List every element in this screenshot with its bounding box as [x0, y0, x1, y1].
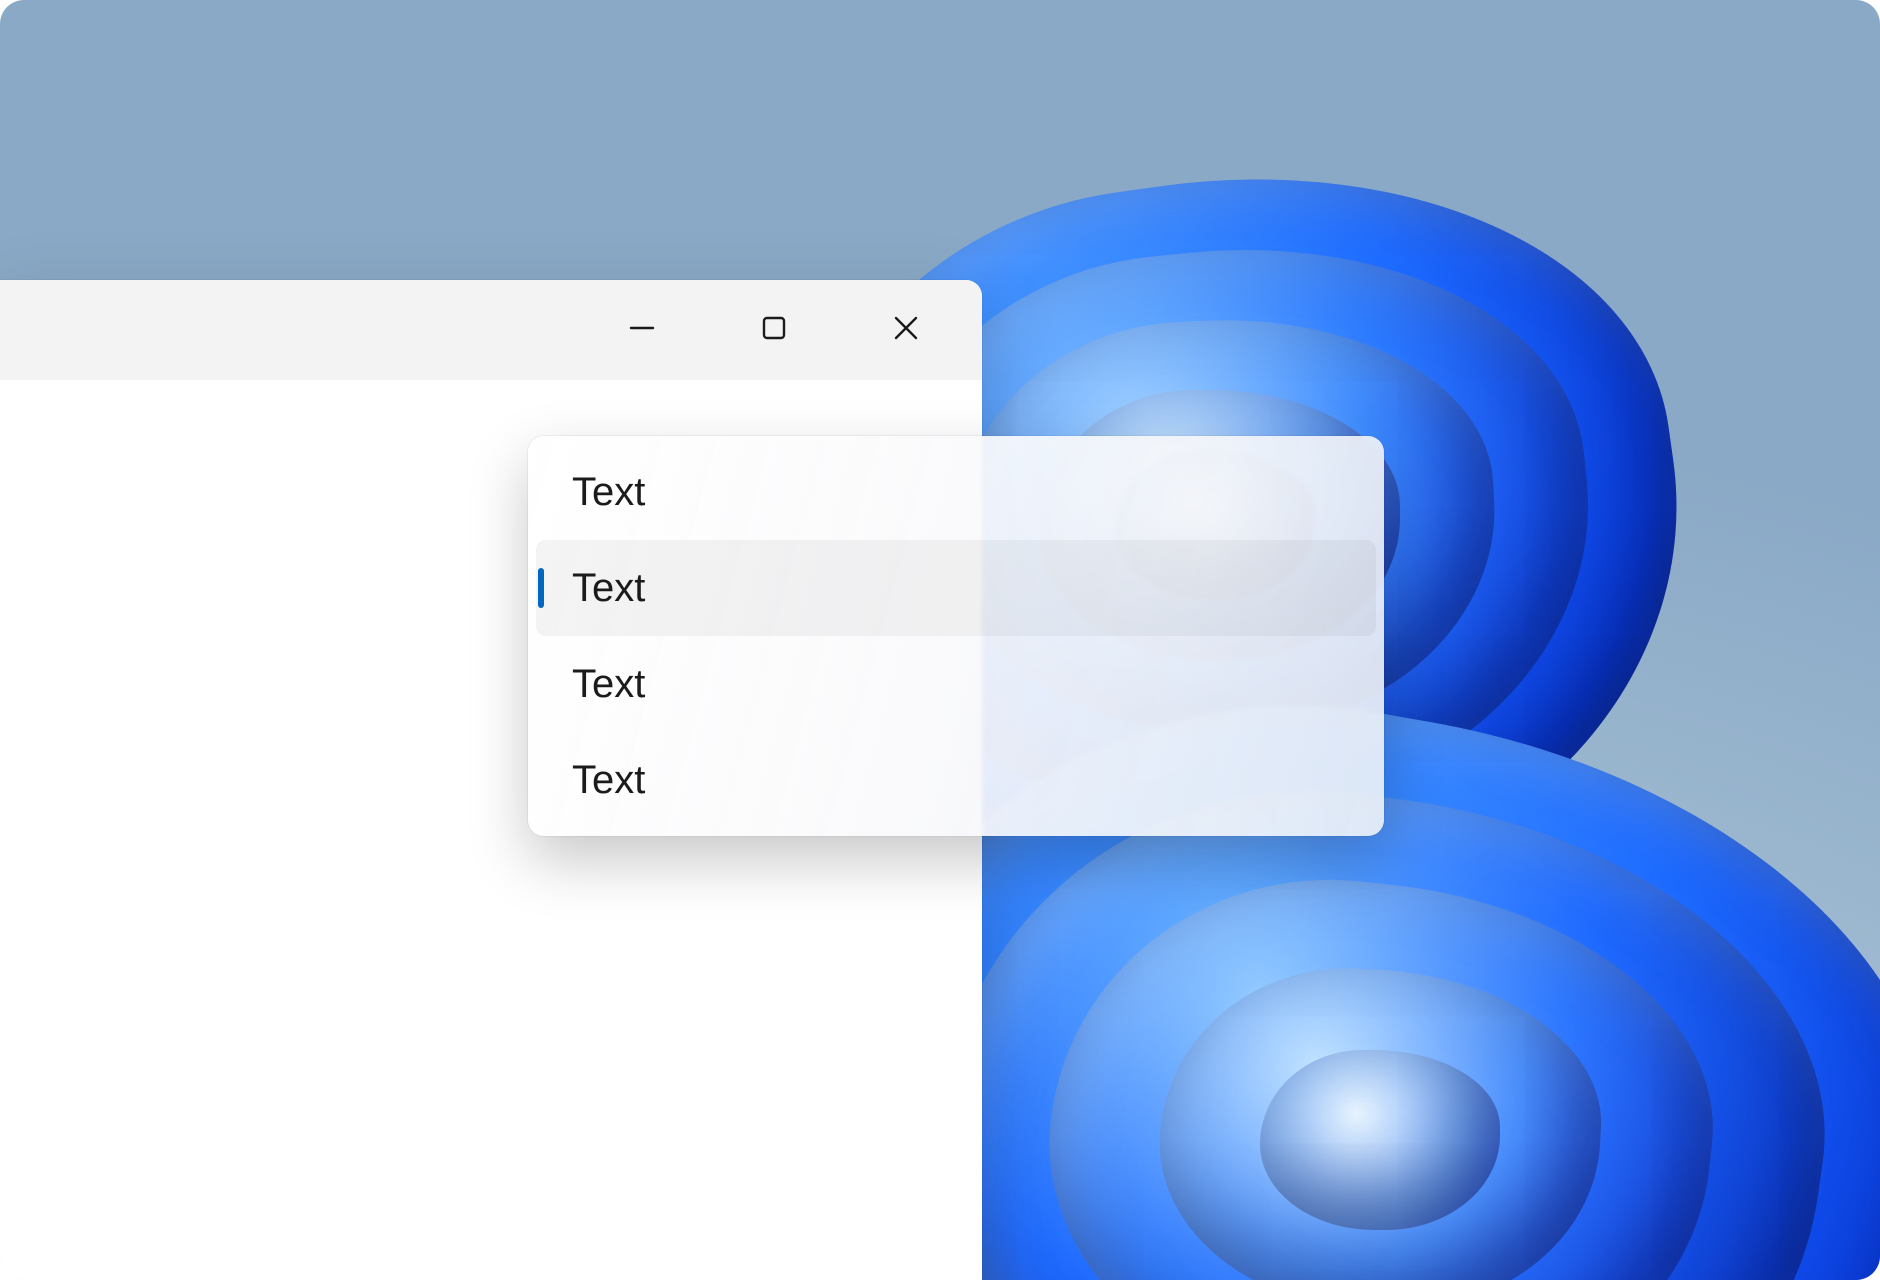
close-icon [892, 314, 920, 347]
maximize-button[interactable] [708, 280, 840, 380]
dropdown-item[interactable]: Text [536, 732, 1376, 828]
dropdown-item[interactable]: Text [536, 540, 1376, 636]
desktop-wallpaper: Text Text Text Text [0, 0, 1880, 1280]
close-button[interactable] [840, 280, 972, 380]
minimize-button[interactable] [576, 280, 708, 380]
dropdown-item-label: Text [572, 662, 645, 707]
dropdown-item-label: Text [572, 470, 645, 515]
maximize-icon [760, 314, 788, 347]
dropdown-flyout: Text Text Text Text [528, 436, 1384, 836]
dropdown-item-label: Text [572, 758, 645, 803]
minimize-icon [628, 314, 656, 347]
titlebar [0, 280, 982, 380]
dropdown-item[interactable]: Text [536, 636, 1376, 732]
dropdown-item-label: Text [572, 566, 645, 611]
dropdown-item[interactable]: Text [536, 444, 1376, 540]
